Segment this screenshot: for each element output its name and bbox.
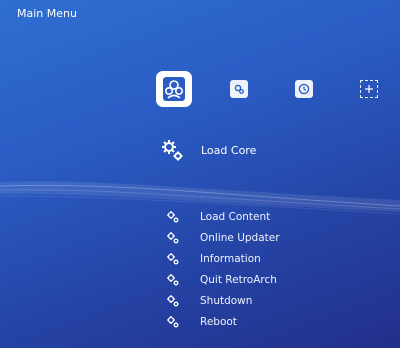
tab-settings[interactable] <box>230 80 248 98</box>
gear-icon <box>167 294 179 306</box>
menu-item-reboot[interactable]: Reboot <box>166 311 280 332</box>
menu-item-load-core[interactable]: Load Core <box>160 138 256 163</box>
gear-icon <box>167 210 179 222</box>
menu-item-label: Load Core <box>201 144 257 157</box>
menu-item-label: Online Updater <box>200 231 280 244</box>
menu-item-online-updater[interactable]: Online Updater <box>166 227 280 248</box>
page-title: Main Menu <box>17 7 77 20</box>
gear-icon <box>162 140 183 161</box>
gear-icon <box>167 273 179 285</box>
gear-icon <box>167 231 179 243</box>
menu-item-shutdown[interactable]: Shutdown <box>166 290 280 311</box>
menu-item-label: Load Content <box>200 210 271 223</box>
main-menu-icon <box>163 77 185 101</box>
tab-add[interactable] <box>360 80 378 98</box>
main-menu-list: Load Content Online Updater Information … <box>166 206 280 332</box>
menu-item-label: Shutdown <box>200 294 253 307</box>
settings-icon <box>234 84 244 94</box>
menu-item-information[interactable]: Information <box>166 248 280 269</box>
menu-item-quit-retroarch[interactable]: Quit RetroArch <box>166 269 280 290</box>
menu-item-load-content[interactable]: Load Content <box>166 206 280 227</box>
history-icon <box>298 83 310 95</box>
tab-history[interactable] <box>295 80 313 98</box>
tab-main-menu[interactable] <box>156 71 192 107</box>
menu-item-label: Reboot <box>200 315 237 328</box>
add-icon <box>365 85 373 93</box>
menu-item-label: Information <box>200 252 261 265</box>
gear-icon <box>167 252 179 264</box>
menu-item-label: Quit RetroArch <box>200 273 277 286</box>
gear-icon <box>167 315 179 327</box>
